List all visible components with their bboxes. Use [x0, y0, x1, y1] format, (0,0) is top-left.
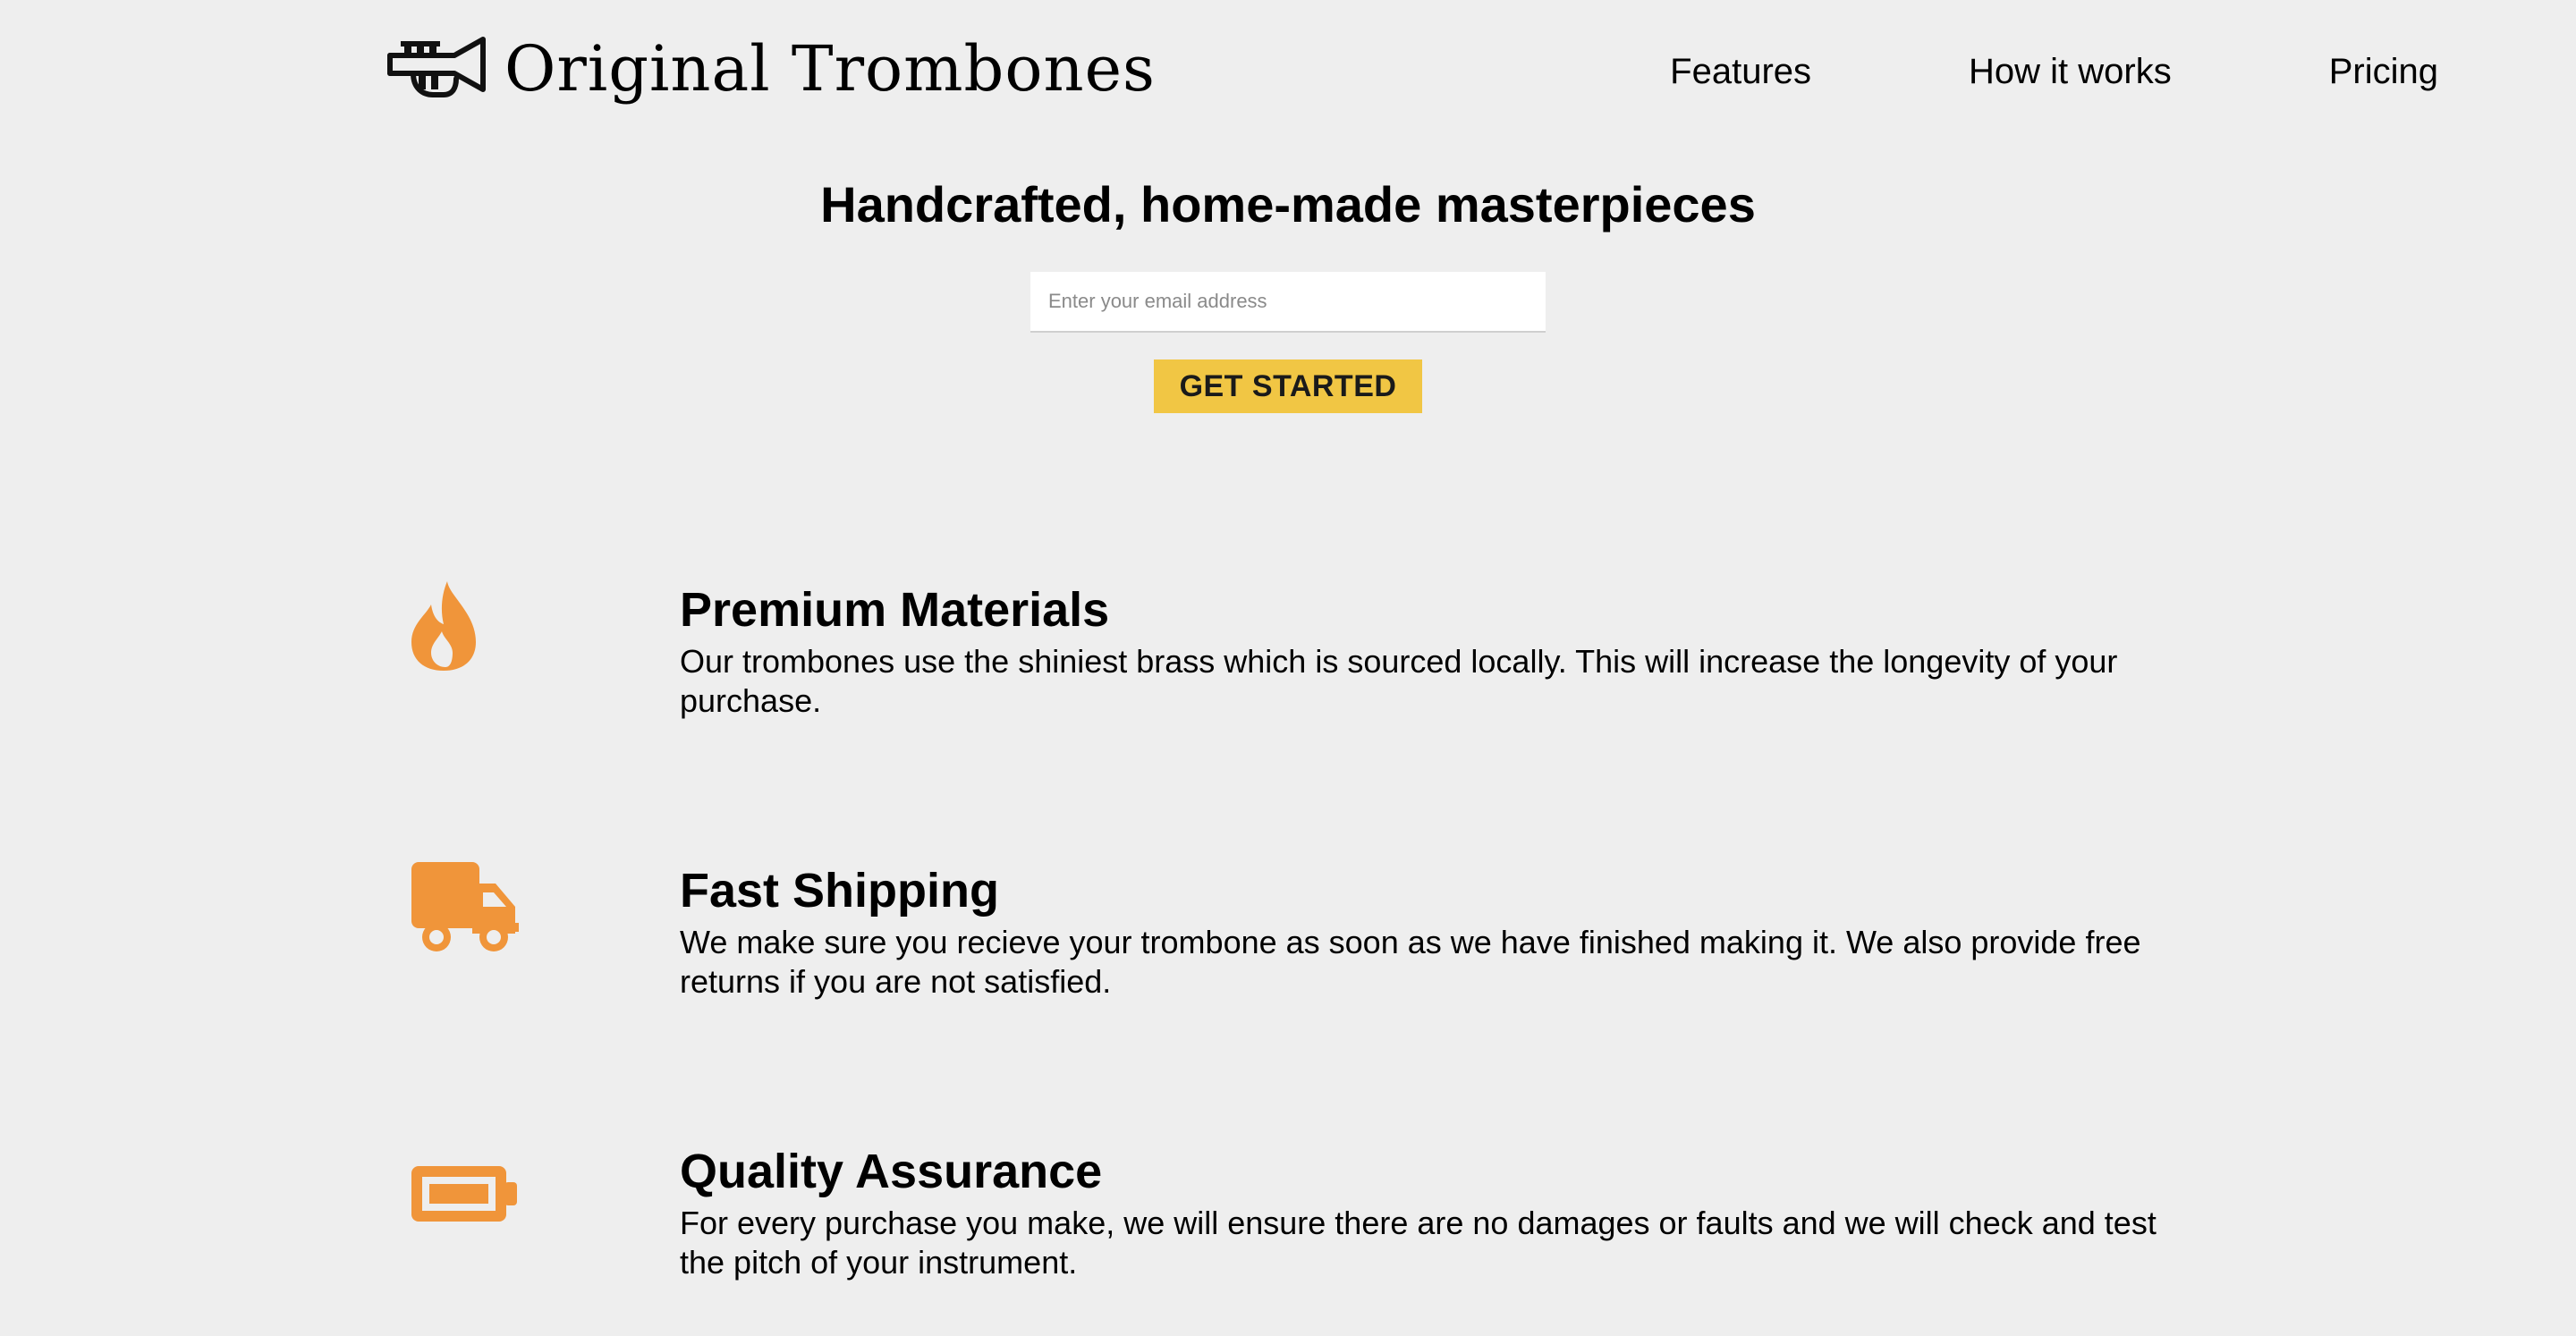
feature-title: Fast Shipping [680, 864, 999, 917]
feature-description: For every purchase you make, we will ens… [680, 1205, 2157, 1281]
trumpet-icon [387, 37, 486, 97]
nav-link-pricing[interactable]: Pricing [2329, 52, 2438, 92]
feature-quality-assurance: Quality Assurance For every purchase you… [0, 1143, 2576, 1322]
feature-title: Quality Assurance [680, 1145, 1103, 1198]
get-started-button[interactable]: GET STARTED [1154, 359, 1422, 413]
hero-title: Handcrafted, home-made masterpieces [820, 176, 1756, 233]
nav-link-how-it-works[interactable]: How it works [1969, 52, 2172, 92]
brand-logo[interactable]: Original Trombones [386, 34, 1156, 104]
feature-fast-shipping: Fast Shipping We make sure you recieve y… [0, 862, 2576, 1041]
truck-icon [411, 862, 519, 951]
feature-premium-materials: Premium Materials Our trombones use the … [0, 581, 2576, 760]
main-nav: Features How it works Pricing [1670, 52, 2438, 92]
feature-description: We make sure you recieve your trombone a… [680, 924, 2141, 1000]
fire-icon [411, 581, 476, 671]
site-header: Original Trombones Features How it works… [0, 0, 2576, 143]
brand-name: Original Trombones [504, 32, 1156, 106]
feature-description: Our trombones use the shiniest brass whi… [680, 643, 2118, 719]
feature-title: Premium Materials [680, 583, 1110, 637]
email-input[interactable] [1030, 272, 1546, 333]
battery-icon [411, 1166, 517, 1222]
nav-link-features[interactable]: Features [1670, 52, 1811, 92]
